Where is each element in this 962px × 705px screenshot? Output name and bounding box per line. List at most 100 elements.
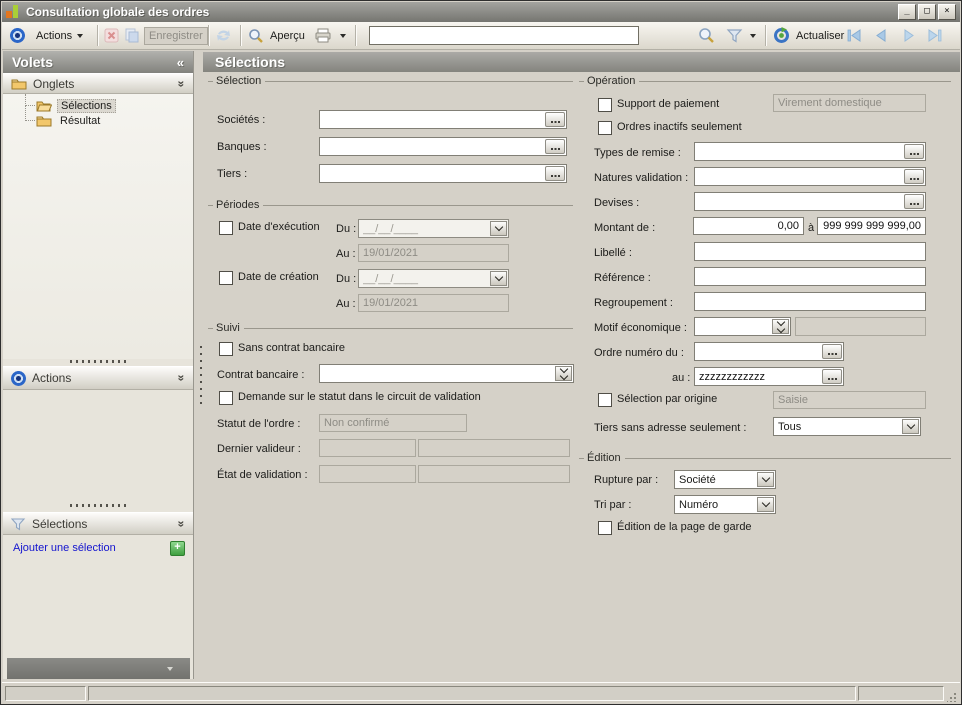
types-remise-browse-button[interactable] (904, 144, 924, 159)
add-selection-plus-button[interactable]: + (170, 541, 185, 556)
collapse-sidebar-button[interactable]: « (177, 55, 184, 70)
window-title: Consultation globale des ordres (26, 5, 209, 19)
collapse-section-icon[interactable]: » (175, 375, 189, 382)
funnel-icon (11, 517, 26, 531)
contrat-combo[interactable] (319, 364, 574, 383)
filter-button[interactable] (726, 22, 743, 49)
montant-min-input[interactable] (693, 217, 804, 235)
etat-validation-field-1 (319, 465, 416, 483)
chevron-down-icon[interactable] (490, 271, 507, 286)
date-creation-au-field: 19/01/2021 (358, 294, 509, 312)
search-button[interactable] (698, 22, 715, 49)
demande-statut-checkbox[interactable] (219, 391, 233, 405)
date-creation-du-combo[interactable]: __/__/____ (358, 269, 509, 288)
motif-economique-field (795, 317, 926, 336)
etat-validation-field-2 (418, 465, 570, 483)
date-execution-checkbox[interactable] (219, 221, 233, 235)
support-paiement-checkbox[interactable] (598, 98, 612, 112)
montant-max-input[interactable] (817, 217, 926, 235)
libelle-input[interactable] (694, 242, 926, 261)
collapse-section-icon[interactable]: » (175, 80, 189, 87)
chevron-down-icon[interactable] (490, 221, 507, 236)
devises-browse-button[interactable] (904, 194, 924, 209)
section-actions-label: Actions (32, 371, 71, 385)
support-paiement-field: Virement domestique (773, 94, 926, 112)
tree-item-resultat[interactable]: Résultat (36, 113, 103, 128)
first-record-button[interactable] (847, 22, 862, 49)
chevron-down-icon[interactable] (757, 472, 774, 487)
ordre-numero-au-browse-button[interactable] (822, 369, 842, 384)
save-button[interactable]: Enregistrer (124, 22, 208, 49)
date-creation-checkbox[interactable] (219, 271, 233, 285)
refresh-button[interactable]: Actualiser (773, 22, 844, 49)
folder-icon (11, 77, 27, 90)
print-options-button[interactable] (340, 22, 346, 49)
selection-origine-checkbox[interactable] (598, 393, 612, 407)
sidebar-splitter[interactable] (3, 503, 194, 508)
societes-browse-button[interactable] (545, 112, 565, 127)
banques-input[interactable] (319, 137, 567, 156)
ordre-numero-du-browse-button[interactable] (822, 344, 842, 359)
rupture-par-combo[interactable]: Société (674, 470, 776, 489)
section-selections[interactable]: Sélections » (3, 512, 193, 535)
next-record-button[interactable] (903, 22, 916, 49)
date-execution-du-combo[interactable]: __/__/____ (358, 219, 509, 238)
tiers-browse-button[interactable] (545, 166, 565, 181)
chevron-down-icon[interactable] (757, 497, 774, 512)
natures-validation-browse-button[interactable] (904, 169, 924, 184)
add-selection-link[interactable]: Ajouter une sélection (13, 542, 116, 554)
resize-grip[interactable] (947, 692, 957, 702)
open-folder-icon (36, 99, 52, 112)
folder-icon (36, 114, 52, 127)
natures-validation-label: Natures validation : (594, 172, 688, 184)
collapse-section-icon[interactable]: » (175, 520, 189, 527)
reference-input[interactable] (694, 267, 926, 286)
societes-input[interactable] (319, 110, 567, 129)
status-cell-2 (88, 686, 856, 701)
next-icon (903, 29, 916, 42)
last-record-button[interactable] (927, 22, 942, 49)
sans-contrat-checkbox[interactable] (219, 342, 233, 356)
devises-input[interactable] (694, 192, 926, 211)
status-cell-3 (858, 686, 944, 701)
double-chevron-down-icon[interactable] (772, 319, 789, 334)
tri-par-combo[interactable]: Numéro (674, 495, 776, 514)
regroupement-input[interactable] (694, 292, 926, 311)
banques-browse-button[interactable] (545, 139, 565, 154)
sidebar-splitter[interactable] (3, 359, 194, 364)
section-onglets[interactable]: Onglets » (3, 73, 193, 94)
chevron-down-icon[interactable] (902, 419, 919, 434)
delete-button[interactable] (104, 22, 119, 49)
ordres-inactifs-checkbox[interactable] (598, 121, 612, 135)
tiers-input[interactable] (319, 164, 567, 183)
double-chevron-down-icon[interactable] (555, 366, 572, 381)
collapsed-panel-bar[interactable] (7, 658, 190, 679)
group-suivi: Suivi (208, 322, 573, 334)
motif-economique-combo[interactable] (694, 317, 791, 336)
filter-options-button[interactable] (750, 22, 756, 49)
sync-button[interactable] (215, 22, 232, 49)
tree-item-selections[interactable]: Sélections (36, 98, 116, 113)
chevron-down-icon (750, 34, 756, 38)
page-garde-checkbox[interactable] (598, 521, 612, 535)
ordre-numero-du-field (694, 342, 844, 361)
actions-button[interactable]: Actions (36, 22, 83, 49)
du-label: Du : (336, 223, 356, 235)
previous-record-button[interactable] (874, 22, 887, 49)
section-actions[interactable]: Actions » (3, 366, 193, 390)
a-label: à (808, 222, 814, 234)
maximize-button[interactable]: □ (918, 4, 936, 20)
types-remise-label: Types de remise : (594, 147, 681, 159)
natures-validation-input[interactable] (694, 167, 926, 186)
tiers-label: Tiers : (217, 168, 247, 180)
close-button[interactable]: × (938, 4, 956, 20)
actions-icon (11, 371, 26, 386)
types-remise-input[interactable] (694, 142, 926, 161)
minimize-button[interactable]: _ (898, 4, 916, 20)
print-button[interactable] (314, 22, 332, 49)
tiers-sans-adresse-combo[interactable]: Tous (773, 417, 921, 436)
regroupement-field (694, 292, 926, 311)
search-input[interactable] (369, 26, 639, 45)
vertical-splitter[interactable] (200, 346, 202, 408)
preview-button[interactable]: Aperçu (248, 22, 305, 49)
